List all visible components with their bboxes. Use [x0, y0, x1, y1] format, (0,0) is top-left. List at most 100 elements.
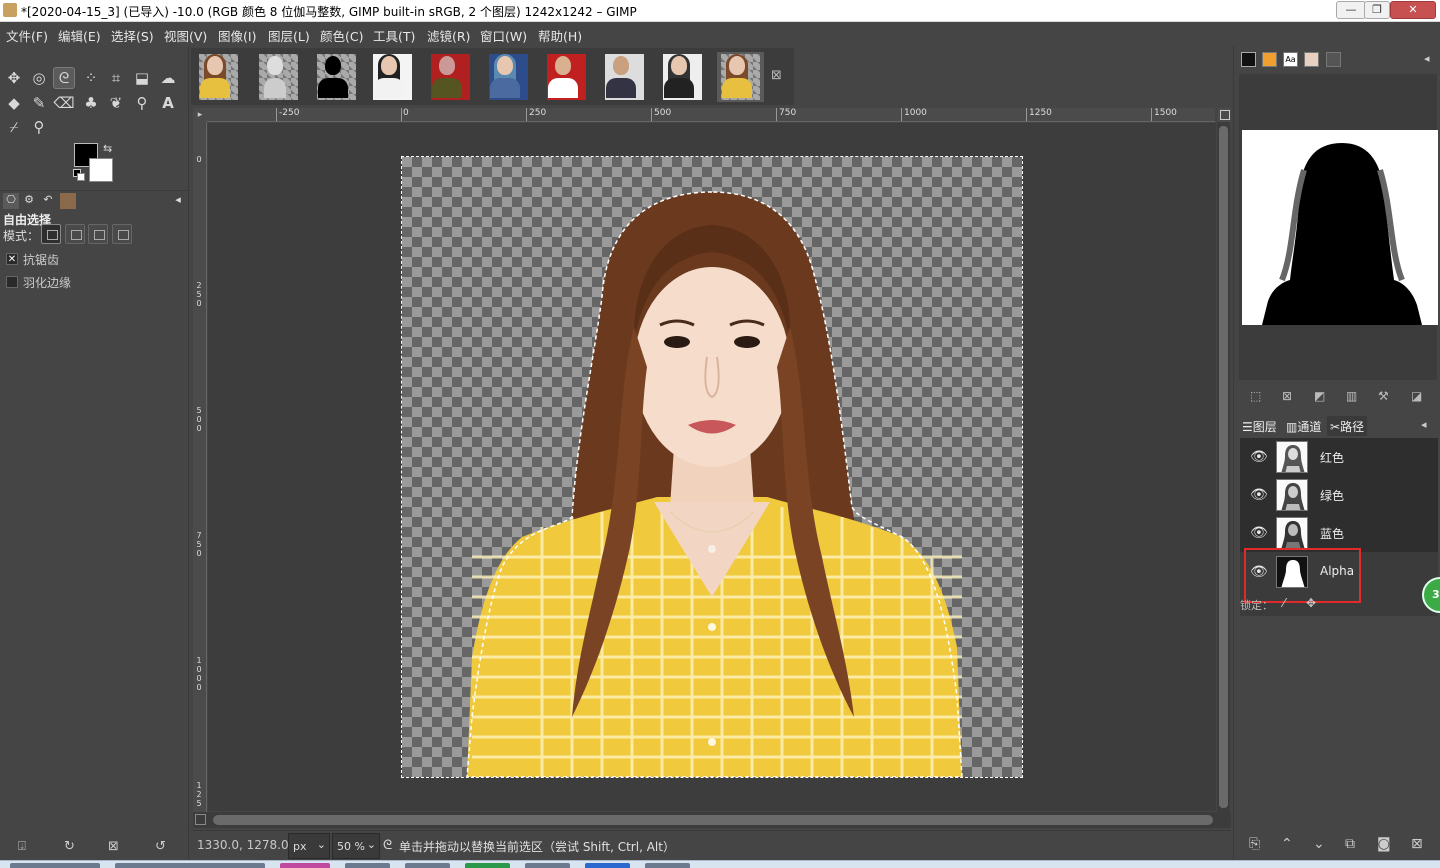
taskbar-item[interactable]	[465, 863, 510, 868]
expand-nav-icon[interactable]: ◪	[1411, 389, 1422, 403]
mode-intersect-button[interactable]	[112, 224, 132, 244]
lock-pixels-icon[interactable]: ⁄	[1283, 596, 1285, 610]
mode-replace-button[interactable]	[41, 224, 61, 244]
navigation-preview[interactable]	[1242, 130, 1438, 325]
images-dock-tab-icon[interactable]	[1304, 52, 1319, 67]
image-tab-thumbnail[interactable]	[485, 52, 532, 102]
zoom-out-nav-icon[interactable]: ⬚	[1250, 389, 1261, 403]
channel-row[interactable]: 👁 红色	[1240, 438, 1438, 476]
save-options-icon[interactable]: ⍗	[18, 839, 26, 854]
lock-position-icon[interactable]: ✥	[1306, 596, 1316, 610]
image-layer[interactable]	[401, 156, 1023, 778]
menu-colors[interactable]: 颜色(C)	[320, 26, 363, 45]
crop-tool-icon[interactable]: ⌗	[105, 67, 127, 89]
unified-transform-tool-icon[interactable]: ⬓	[131, 67, 153, 89]
minimize-button[interactable]: —	[1336, 1, 1366, 19]
duplicate-channel-icon[interactable]: ⧉	[1345, 836, 1355, 852]
mode-add-button[interactable]	[65, 224, 85, 244]
menu-layer[interactable]: 图层(L)	[268, 26, 310, 45]
color-picker-tool-icon[interactable]: ⌿	[3, 116, 25, 138]
paintbrush-tool-icon[interactable]: ✎	[28, 92, 50, 114]
warp-transform-tool-icon[interactable]: ☁	[157, 67, 179, 89]
tool-options-tab-icon[interactable]: ⎔	[3, 193, 19, 209]
menu-select[interactable]: 选择(S)	[111, 26, 154, 45]
menu-windows[interactable]: 窗口(W)	[480, 26, 527, 45]
maximize-button[interactable]: ❐	[1364, 1, 1390, 19]
image-tab-thumbnail[interactable]	[195, 52, 242, 102]
swap-colors-icon[interactable]: ⇆	[103, 142, 112, 155]
fonts-tab-icon[interactable]: Aa	[1283, 52, 1298, 67]
undo-history-tab-icon[interactable]: ↶	[40, 193, 56, 209]
text-tool-icon[interactable]: A	[157, 92, 179, 114]
free-select-tool-icon[interactable]: ᘓ	[53, 67, 75, 89]
restore-options-icon[interactable]: ↻	[64, 839, 75, 854]
delete-channel-icon[interactable]: ⊠	[1411, 836, 1423, 852]
image-tab-thumbnail-active[interactable]	[717, 52, 764, 102]
new-channel-icon[interactable]: ⎘	[1249, 836, 1260, 852]
quick-mask-toggle-icon[interactable]	[195, 814, 206, 825]
vertical-scrollbar[interactable]	[1217, 122, 1230, 812]
reset-options-icon[interactable]: ↺	[155, 839, 166, 854]
image-tab-thumbnail[interactable]	[601, 52, 648, 102]
configure-tab-icon[interactable]: ◂	[170, 193, 186, 209]
zoom-in-nav-icon[interactable]: ⊠	[1282, 389, 1292, 403]
taskbar-item[interactable]	[10, 863, 100, 868]
horizontal-scrollbar[interactable]	[193, 812, 1231, 828]
smudge-tool-icon[interactable]: ❦	[105, 92, 127, 114]
fit-image-nav-icon[interactable]: ◩	[1314, 389, 1325, 403]
menu-help[interactable]: 帮助(H)	[538, 26, 582, 45]
unit-select[interactable]: px ⌄	[288, 833, 330, 859]
antialias-checkbox[interactable]: ✕	[6, 253, 18, 265]
taskbar-item[interactable]	[645, 863, 690, 868]
taskbar-item[interactable]	[585, 863, 630, 868]
delete-options-icon[interactable]: ⊠	[108, 839, 119, 854]
fg-bg-colors-tab-icon[interactable]	[1241, 52, 1256, 67]
image-tab-thumbnail[interactable]	[313, 52, 360, 102]
move-tool-icon[interactable]: ✥	[3, 67, 25, 89]
mode-subtract-button[interactable]	[88, 224, 108, 244]
paths-tool-icon[interactable]: ⚲	[131, 92, 153, 114]
zoom-tool-icon[interactable]: ⚲	[28, 116, 50, 138]
configure-tab-icon[interactable]: ◂	[1424, 52, 1430, 65]
menu-view[interactable]: 视图(V)	[164, 26, 207, 45]
device-status-tab-icon[interactable]: ⚙	[21, 193, 37, 209]
tab-paths[interactable]: ✂路径	[1327, 416, 1368, 436]
taskbar-item[interactable]	[345, 863, 390, 868]
bucket-fill-tool-icon[interactable]: ◆	[3, 92, 25, 114]
menu-image[interactable]: 图像(I)	[218, 26, 256, 45]
visibility-eye-icon[interactable]: 👁	[1250, 448, 1268, 466]
visibility-eye-icon[interactable]: 👁	[1250, 486, 1268, 504]
channel-to-selection-icon[interactable]: ◙	[1377, 836, 1391, 852]
image-tab-thumbnail[interactable]	[255, 52, 302, 102]
align-tool-icon[interactable]: ◎	[28, 67, 50, 89]
feather-edges-checkbox[interactable]	[6, 276, 18, 288]
channel-row[interactable]: 👁 蓝色	[1240, 514, 1438, 552]
brushes-tab-icon[interactable]	[1262, 52, 1277, 67]
tab-channels[interactable]: ▥通道	[1283, 416, 1324, 436]
menu-tools[interactable]: 工具(T)	[373, 26, 415, 45]
edit-nav-icon[interactable]: ⚒	[1378, 389, 1389, 403]
clone-tool-icon[interactable]: ♣	[80, 92, 102, 114]
background-color-swatch[interactable]	[89, 158, 113, 182]
image-tab-thumbnail[interactable]	[543, 52, 590, 102]
ruler-menu-icon[interactable]: ▸	[193, 108, 207, 122]
shrink-wrap-nav-icon[interactable]: ▥	[1346, 389, 1357, 403]
menu-edit[interactable]: 编辑(E)	[58, 26, 101, 45]
eraser-tool-icon[interactable]: ⌫	[53, 92, 75, 114]
taskbar-item[interactable]	[525, 863, 570, 868]
taskbar-item[interactable]	[405, 863, 450, 868]
close-window-button[interactable]: ✕	[1390, 1, 1436, 19]
menu-filters[interactable]: 滤镜(R)	[427, 26, 470, 45]
default-colors-icon[interactable]	[73, 169, 85, 181]
lower-channel-icon[interactable]: ⌄	[1313, 836, 1325, 852]
image-canvas[interactable]	[208, 123, 1216, 811]
configure-tab-icon[interactable]: ◂	[1421, 418, 1427, 431]
pattern-tab-icon[interactable]	[1326, 52, 1341, 67]
taskbar-item[interactable]	[280, 863, 330, 868]
navigate-icon[interactable]	[1218, 108, 1231, 122]
image-tab-thumbnail[interactable]	[659, 52, 706, 102]
menu-file[interactable]: 文件(F)	[6, 26, 48, 45]
image-tab-thumbnail[interactable]	[427, 52, 474, 102]
images-tab-icon[interactable]	[60, 193, 76, 209]
raise-channel-icon[interactable]: ⌃	[1281, 836, 1293, 852]
